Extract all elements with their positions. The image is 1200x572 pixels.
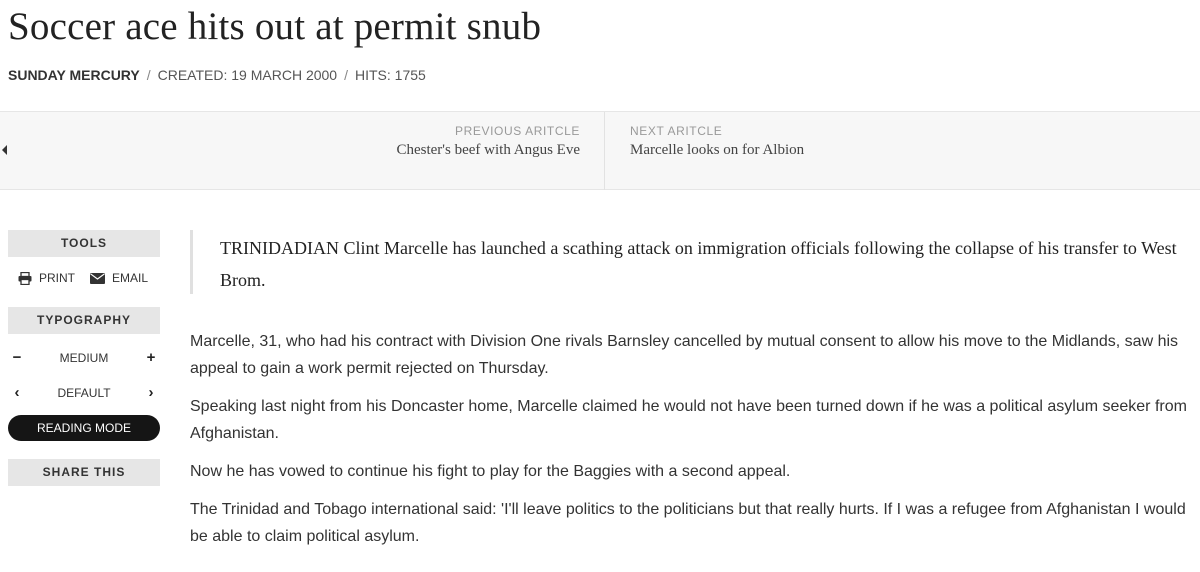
tools-panel: Tools Print Email Typography − Medium + … <box>8 230 160 486</box>
chevron-left-icon[interactable]: ‹ <box>8 384 26 401</box>
email-button[interactable]: Email <box>90 271 148 285</box>
previous-article-label: Previous Aritcle <box>455 124 580 138</box>
previous-article-link[interactable]: Previous Aritcle Chester's beef with Ang… <box>396 124 580 159</box>
article-paragraphs: Marcelle, 31, who had his contract with … <box>190 328 1200 550</box>
font-size-control: − Medium + <box>8 340 160 375</box>
increase-size-button[interactable]: + <box>142 349 160 366</box>
print-button[interactable]: Print <box>18 271 75 285</box>
article-hits: Hits: 1755 <box>354 67 426 83</box>
article-pager: Previous Aritcle Chester's beef with Ang… <box>0 111 1200 190</box>
article-created: Created: 19 March 2000 <box>157 67 338 83</box>
previous-article-title: Chester's beef with Angus Eve <box>396 142 580 158</box>
decrease-size-button[interactable]: − <box>8 349 26 366</box>
envelope-icon <box>90 272 105 284</box>
font-family-value: Default <box>57 385 111 400</box>
chevron-right-icon[interactable]: › <box>142 384 160 401</box>
tools-header: Tools <box>8 230 160 257</box>
font-size-value: Medium <box>59 350 109 365</box>
paragraph: Speaking last night from his Doncaster h… <box>190 398 1187 442</box>
typography-header: Typography <box>8 307 160 334</box>
next-article-label: Next Aritcle <box>630 124 723 138</box>
meta-separator: / <box>344 67 348 83</box>
font-family-control: ‹ Default › <box>8 375 160 410</box>
article-source: Sunday Mercury <box>8 67 140 83</box>
reading-mode-button[interactable]: Reading Mode <box>8 415 160 441</box>
next-article-link[interactable]: Next Aritcle Marcelle looks on for Albio… <box>630 124 804 159</box>
article-title: Soccer ace hits out at permit snub <box>8 5 542 48</box>
print-label: Print <box>39 271 75 285</box>
article-lead: TRINIDADIAN Clint Marcelle has launched … <box>190 230 1200 294</box>
article-meta: Sunday Mercury / Created: 19 March 2000 / Hi… <box>8 67 426 83</box>
tools-actions: Print Email <box>8 257 160 299</box>
printer-icon <box>18 271 32 285</box>
share-this-button[interactable]: Share This <box>8 459 160 486</box>
article-body: TRINIDADIAN Clint Marcelle has launched … <box>190 230 1200 561</box>
paragraph: Now he has vowed to continue his fight t… <box>190 463 791 480</box>
pager-divider <box>604 112 605 190</box>
paragraph: The Trinidad and Tobago international sa… <box>190 501 1186 545</box>
email-label: Email <box>112 271 149 285</box>
next-article-title: Marcelle looks on for Albion <box>630 142 805 158</box>
paragraph: Marcelle, 31, who had his contract with … <box>190 333 1179 377</box>
caret-left-icon[interactable] <box>2 145 7 155</box>
meta-separator: / <box>146 67 151 83</box>
